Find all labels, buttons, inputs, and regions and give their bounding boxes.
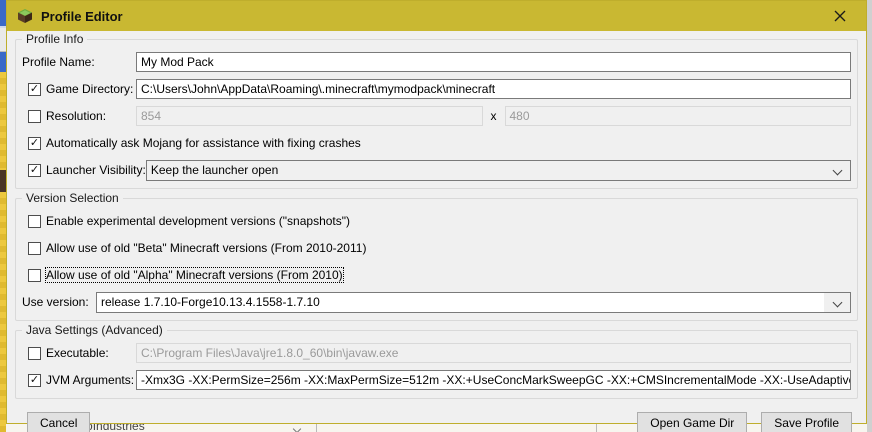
use-version-label: Use version: xyxy=(22,295,89,309)
game-directory-label: Game Directory: xyxy=(46,82,133,96)
open-game-dir-button[interactable]: Open Game Dir xyxy=(637,412,747,432)
resolution-separator: x xyxy=(491,109,497,123)
chevron-down-icon xyxy=(833,297,843,307)
crash-assistance-checkbox[interactable]: ✓ xyxy=(28,137,41,150)
resolution-height-input[interactable]: 480 xyxy=(505,106,852,126)
profile-editor-dialog: Profile Editor Profile Info Profile Name… xyxy=(6,0,867,424)
crash-assistance-row: ✓ Automatically ask Mojang for assistanc… xyxy=(22,133,851,153)
launcher-visibility-value: Keep the launcher open xyxy=(151,163,278,177)
resolution-checkbox[interactable]: ✓ xyxy=(28,110,41,123)
beta-versions-label: Allow use of old "Beta" Minecraft versio… xyxy=(46,241,366,255)
use-version-select[interactable]: release 1.7.10-Forge10.13.4.1558-1.7.10 xyxy=(96,292,851,313)
group-profile-info-legend: Profile Info xyxy=(22,32,87,46)
titlebar[interactable]: Profile Editor xyxy=(7,1,866,31)
snapshots-label: Enable experimental development versions… xyxy=(46,214,350,228)
close-icon xyxy=(834,10,846,22)
launcher-visibility-label: Launcher Visibility: xyxy=(46,163,146,177)
cancel-button[interactable]: Cancel xyxy=(27,412,90,432)
game-directory-input[interactable]: C:\Users\John\AppData\Roaming\.minecraft… xyxy=(136,79,851,99)
beta-versions-checkbox[interactable]: ✓ xyxy=(28,242,41,255)
resolution-label: Resolution: xyxy=(46,109,106,123)
jvm-arguments-checkbox[interactable]: ✓ xyxy=(28,374,41,387)
alpha-versions-checkbox[interactable]: ✓ xyxy=(28,269,41,282)
profile-name-input[interactable]: My Mod Pack xyxy=(136,52,851,72)
launcher-visibility-select[interactable]: Keep the launcher open xyxy=(146,160,851,181)
crash-assistance-label: Automatically ask Mojang for assistance … xyxy=(46,136,361,150)
game-directory-checkbox[interactable]: ✓ xyxy=(28,83,41,96)
beta-versions-row: ✓ Allow use of old "Beta" Minecraft vers… xyxy=(22,238,851,258)
checkmark-icon: ✓ xyxy=(30,375,39,386)
executable-checkbox[interactable]: ✓ xyxy=(28,347,41,360)
executable-input[interactable]: C:\Program Files\Java\jre1.8.0_60\bin\ja… xyxy=(136,343,851,363)
group-version-selection: Version Selection ✓ Enable experimental … xyxy=(15,198,858,321)
profile-name-row: Profile Name: My Mod Pack xyxy=(22,52,851,72)
use-version-value: release 1.7.10-Forge10.13.4.1558-1.7.10 xyxy=(101,295,320,309)
checkmark-icon: ✓ xyxy=(30,165,39,176)
alpha-versions-label: Allow use of old "Alpha" Minecraft versi… xyxy=(46,268,343,282)
alpha-versions-row: ✓ Allow use of old "Alpha" Minecraft ver… xyxy=(22,265,851,285)
checkmark-icon: ✓ xyxy=(30,138,39,149)
grass-block-icon xyxy=(17,8,33,24)
resolution-row: ✓ Resolution: 854 x 480 xyxy=(22,106,851,126)
checkmark-icon: ✓ xyxy=(30,84,39,95)
profile-name-label: Profile Name: xyxy=(22,55,95,69)
window-title: Profile Editor xyxy=(41,9,123,24)
launcher-visibility-checkbox[interactable]: ✓ xyxy=(28,164,41,177)
group-java-settings: Java Settings (Advanced) ✓ Executable: C… xyxy=(15,330,858,399)
resolution-width-input[interactable]: 854 xyxy=(136,106,483,126)
jvm-arguments-row: ✓ JVM Arguments: -Xmx3G -XX:PermSize=256… xyxy=(22,370,851,390)
close-button[interactable] xyxy=(820,1,860,31)
group-java-settings-legend: Java Settings (Advanced) xyxy=(22,323,167,337)
group-version-selection-legend: Version Selection xyxy=(22,191,123,205)
game-directory-row: ✓ Game Directory: C:\Users\John\AppData\… xyxy=(22,79,851,99)
launcher-visibility-row: ✓ Launcher Visibility: Keep the launcher… xyxy=(22,160,851,180)
use-version-row: Use version: release 1.7.10-Forge10.13.4… xyxy=(22,292,851,312)
dialog-button-row: Cancel Open Game Dir Save Profile xyxy=(27,411,852,432)
jvm-arguments-label: JVM Arguments: xyxy=(46,373,134,387)
jvm-arguments-input[interactable]: -Xmx3G -XX:PermSize=256m -XX:MaxPermSize… xyxy=(136,370,851,390)
dialog-content: Profile Info Profile Name: My Mod Pack ✓… xyxy=(7,31,866,432)
chevron-down-icon xyxy=(833,165,843,175)
group-profile-info: Profile Info Profile Name: My Mod Pack ✓… xyxy=(15,39,858,189)
snapshots-row: ✓ Enable experimental development versio… xyxy=(22,211,851,231)
save-profile-button[interactable]: Save Profile xyxy=(761,412,852,432)
background-right-sliver xyxy=(867,0,872,432)
snapshots-checkbox[interactable]: ✓ xyxy=(28,215,41,228)
executable-row: ✓ Executable: C:\Program Files\Java\jre1… xyxy=(22,343,851,363)
executable-label: Executable: xyxy=(46,346,109,360)
